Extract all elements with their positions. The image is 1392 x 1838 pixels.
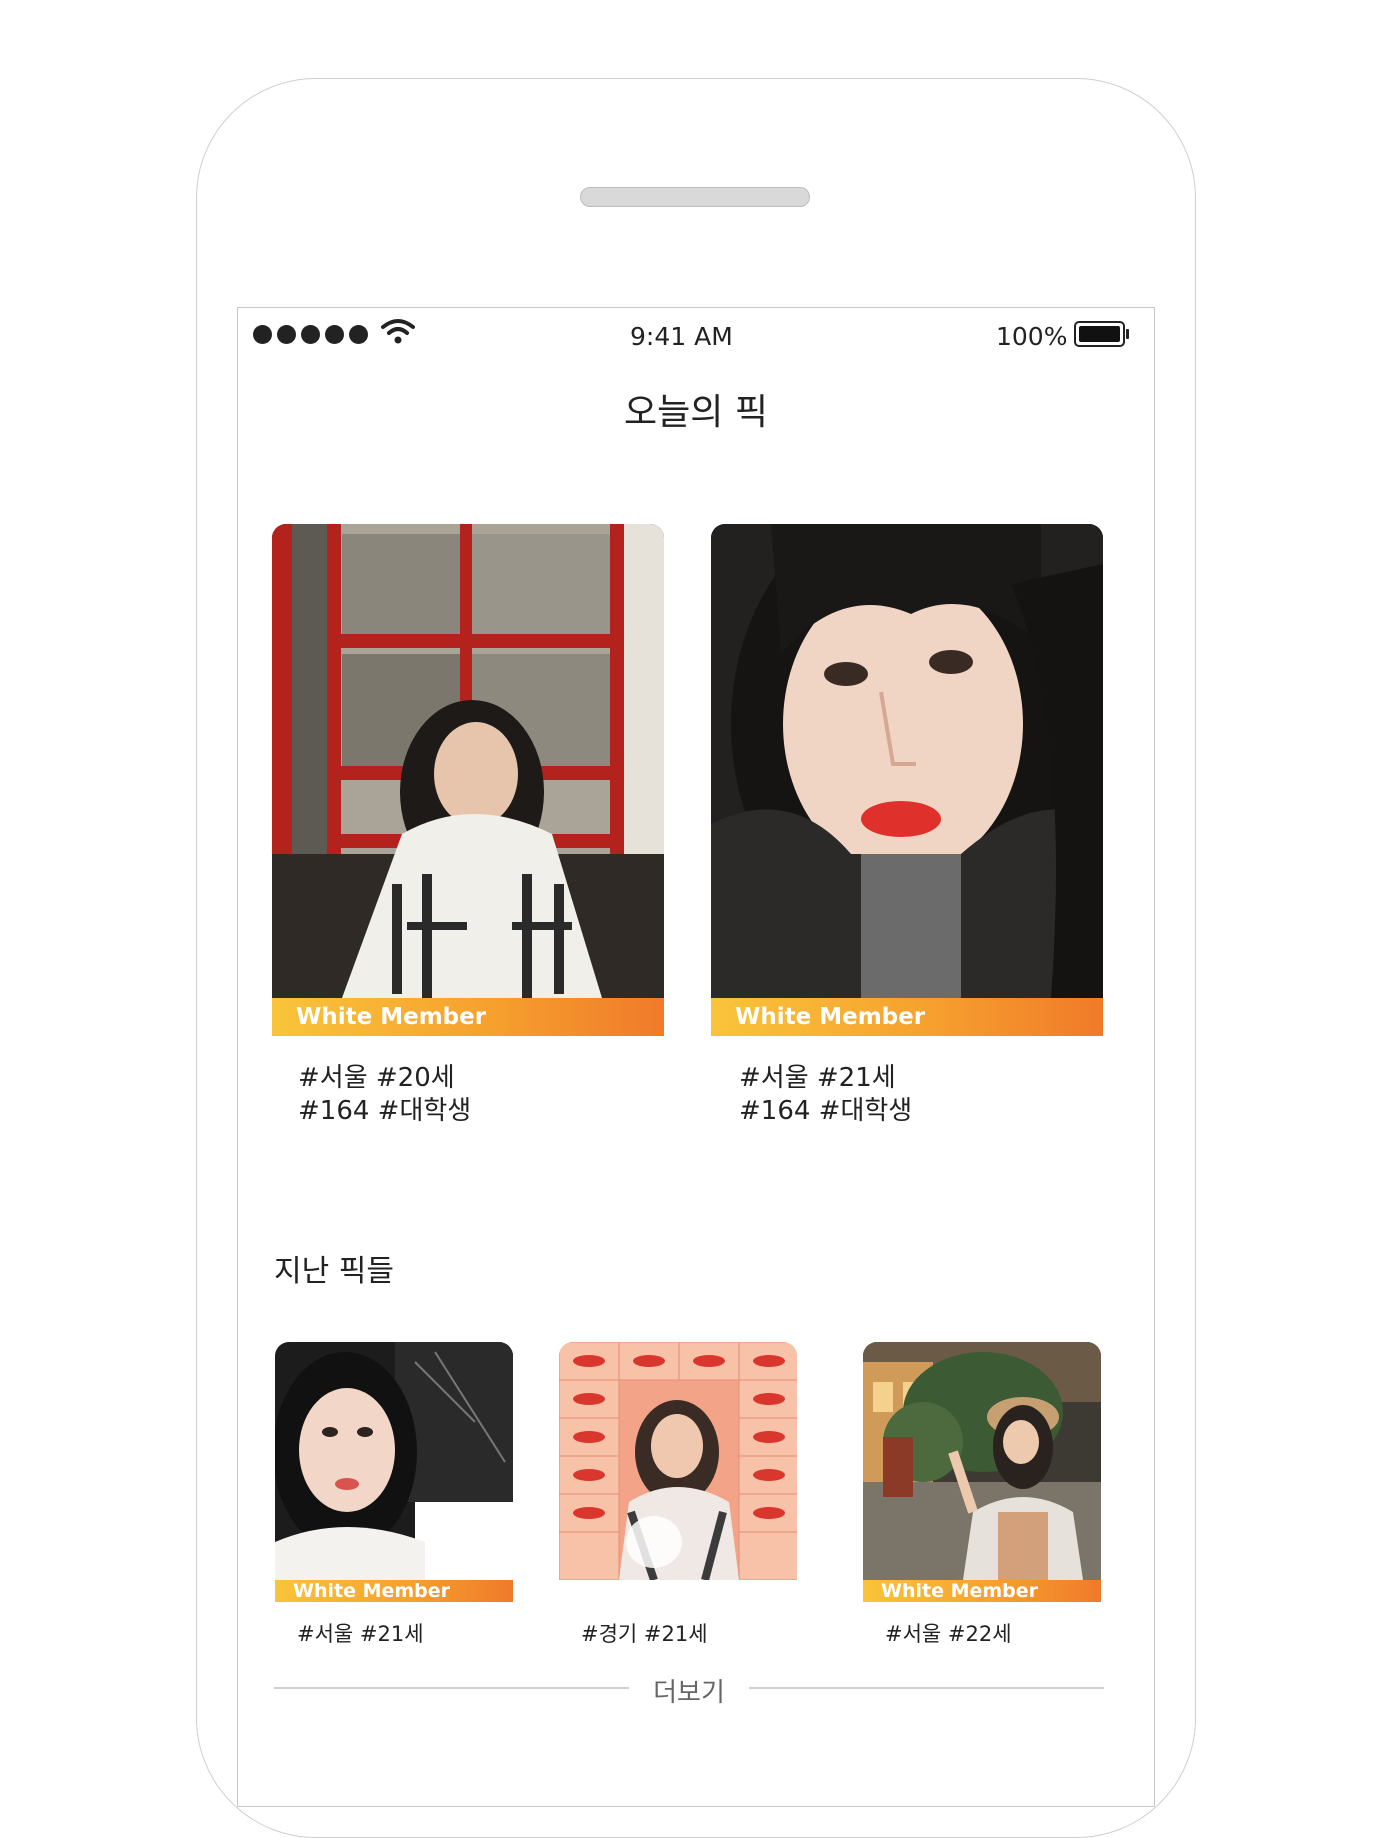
past-pick-card-1[interactable]: White Member #서울 #21세 <box>275 1342 513 1652</box>
profile-photo[interactable] <box>863 1342 1101 1580</box>
profile-tags: #서울 #21세 <box>297 1622 424 1646</box>
profile-photo[interactable] <box>711 524 1103 998</box>
profile-tags: #경기 #21세 <box>581 1622 708 1646</box>
member-badge: White Member <box>275 1580 513 1602</box>
profile-tags-line1: #서울 #20세 <box>298 1063 455 1093</box>
signal-strength-icon <box>253 325 368 344</box>
profile-photo[interactable] <box>272 524 664 998</box>
page-title: 오늘의 픽 <box>624 392 768 433</box>
member-badge: White Member <box>863 1580 1101 1602</box>
status-time: 9:41 AM <box>630 322 733 351</box>
profile-tags: #서울 #22세 <box>885 1622 1012 1646</box>
profile-tags: #서울 #20세 #164 #대학생 <box>298 1062 471 1128</box>
profile-photo[interactable] <box>275 1342 513 1580</box>
profile-tags-line2: #164 #대학생 <box>298 1096 472 1126</box>
past-pick-card-3[interactable]: White Member #서울 #22세 <box>863 1342 1101 1652</box>
wifi-icon <box>381 319 415 344</box>
battery-icon <box>1074 321 1129 347</box>
phone-speaker <box>580 187 810 207</box>
profile-tags-line2: #164 #대학생 <box>739 1096 913 1126</box>
profile-tags-line1: #서울 #21세 <box>739 1063 896 1093</box>
member-badge: White Member <box>272 998 664 1036</box>
profile-photo[interactable] <box>559 1342 797 1580</box>
more-button-label[interactable]: 더보기 <box>274 1672 1104 1709</box>
member-badge: White Member <box>711 998 1103 1036</box>
profile-tags: #서울 #21세 #164 #대학생 <box>739 1062 912 1128</box>
section-title-past-picks: 지난 픽들 <box>274 1254 394 1289</box>
more-button[interactable]: 더보기 <box>274 1672 1104 1708</box>
divider-right <box>749 1687 1104 1689</box>
past-pick-card-2[interactable]: #경기 #21세 <box>559 1342 797 1652</box>
today-pick-card-1[interactable]: White Member #서울 #20세 #164 #대학생 <box>272 524 664 1126</box>
battery-percentage: 100% <box>996 322 1068 351</box>
today-pick-card-2[interactable]: White Member #서울 #21세 #164 #대학생 <box>711 524 1103 1126</box>
